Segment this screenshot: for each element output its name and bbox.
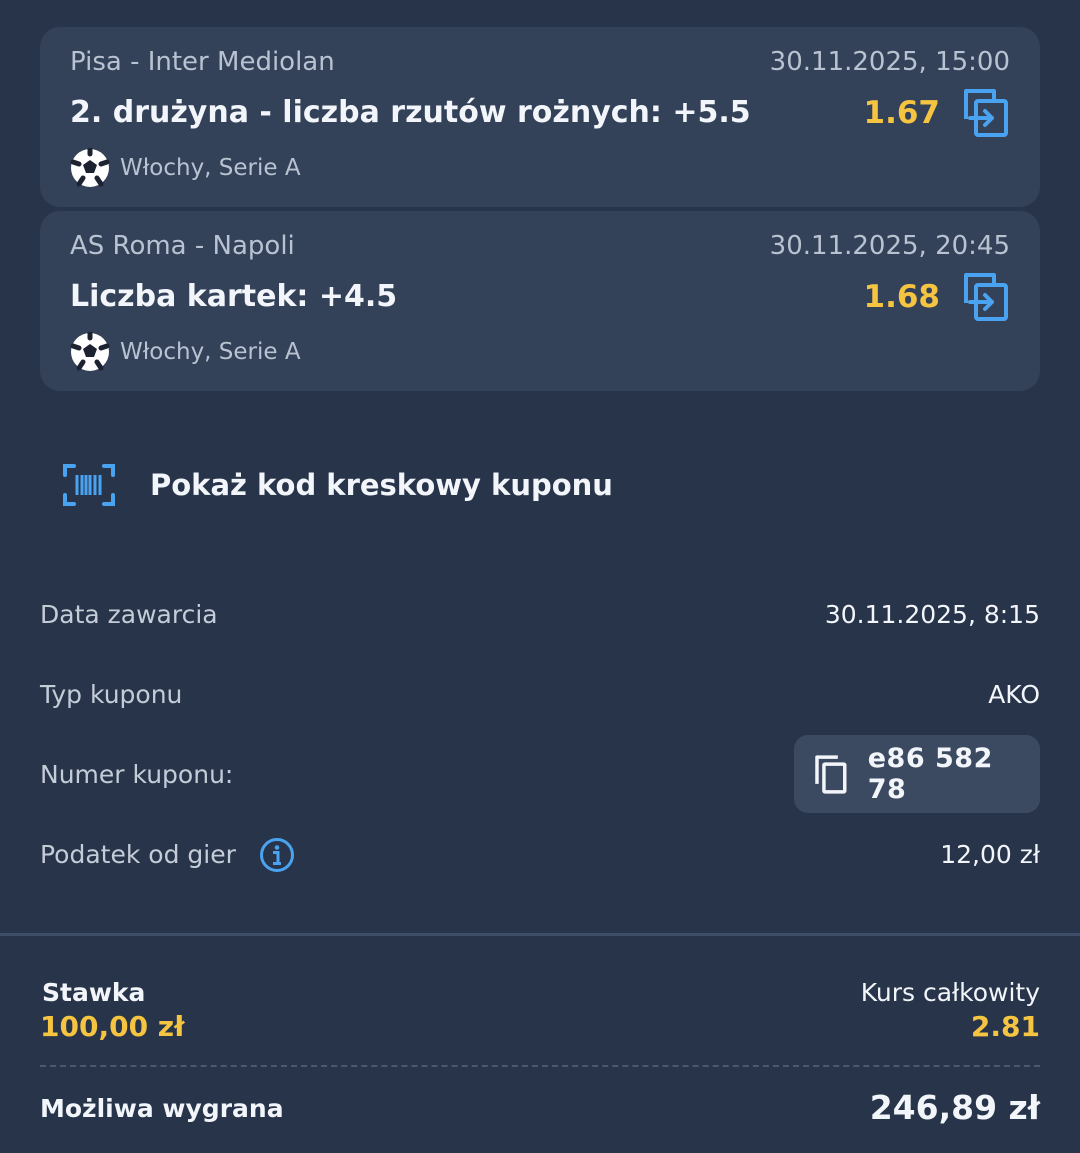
bet-odds: 1.67: [863, 95, 941, 131]
coupon-type-label: Typ kuponu: [40, 680, 183, 709]
show-barcode-button[interactable]: Pokaż kod kreskowy kuponu: [62, 458, 613, 512]
bet-card: AS Roma - Napoli 30.11.2025, 20:45 Liczb…: [40, 211, 1040, 391]
stake-value: 100,00 zł: [40, 1010, 185, 1043]
dashed-divider: [40, 1065, 1040, 1067]
copy-to-betslip-icon[interactable]: [962, 271, 1010, 323]
stake-label: Stawka: [42, 978, 146, 1007]
detail-row-type: Typ kuponu AKO: [40, 675, 1040, 715]
tax-label: Podatek od gier: [40, 840, 236, 869]
league-name: Włochy, Serie A: [120, 155, 301, 181]
total-odds-value: 2.81: [970, 1010, 1040, 1043]
bet-market: 2. drużyna - liczba rzutów rożnych: +5.5: [70, 95, 751, 130]
possible-win-label: Możliwa wygrana: [40, 1094, 284, 1123]
copy-to-betslip-icon[interactable]: [962, 87, 1010, 139]
coupon-details-page: Pisa - Inter Mediolan 30.11.2025, 15:00 …: [0, 0, 1080, 1153]
detail-row-date: Data zawarcia 30.11.2025, 8:15: [40, 595, 1040, 635]
date-label: Data zawarcia: [40, 600, 218, 629]
league-name: Włochy, Serie A: [120, 339, 301, 365]
bet-odds: 1.68: [863, 279, 941, 315]
show-barcode-label: Pokaż kod kreskowy kuponu: [150, 468, 613, 502]
section-divider: [0, 933, 1080, 936]
coupon-type-value: AKO: [988, 680, 1040, 709]
copy-icon: [815, 755, 847, 794]
soccer-ball-icon: [70, 332, 110, 371]
match-name: Pisa - Inter Mediolan: [70, 47, 335, 77]
barcode-icon: [63, 464, 115, 506]
league-row: Włochy, Serie A: [70, 147, 301, 189]
total-odds-label: Kurs całkowity: [860, 978, 1040, 1007]
match-name: AS Roma - Napoli: [70, 231, 295, 261]
soccer-ball-icon: [70, 148, 110, 187]
detail-row-number: Numer kuponu: e86 582 78: [40, 735, 1040, 813]
bet-market: Liczba kartek: +4.5: [70, 279, 398, 314]
match-datetime: 30.11.2025, 15:00: [769, 47, 1010, 77]
tax-value: 12,00 zł: [940, 840, 1040, 869]
bet-card: Pisa - Inter Mediolan 30.11.2025, 15:00 …: [40, 27, 1040, 207]
copy-coupon-number-button[interactable]: e86 582 78: [794, 735, 1040, 813]
coupon-number-value: e86 582 78: [867, 743, 993, 805]
info-icon[interactable]: [259, 837, 295, 873]
match-datetime: 30.11.2025, 20:45: [769, 231, 1010, 261]
possible-win-value: 246,89 zł: [869, 1088, 1040, 1127]
detail-row-tax: Podatek od gier 12,00 zł: [40, 835, 1040, 875]
league-row: Włochy, Serie A: [70, 331, 301, 373]
date-value: 30.11.2025, 8:15: [824, 600, 1040, 629]
coupon-number-label: Numer kuponu:: [40, 760, 234, 789]
